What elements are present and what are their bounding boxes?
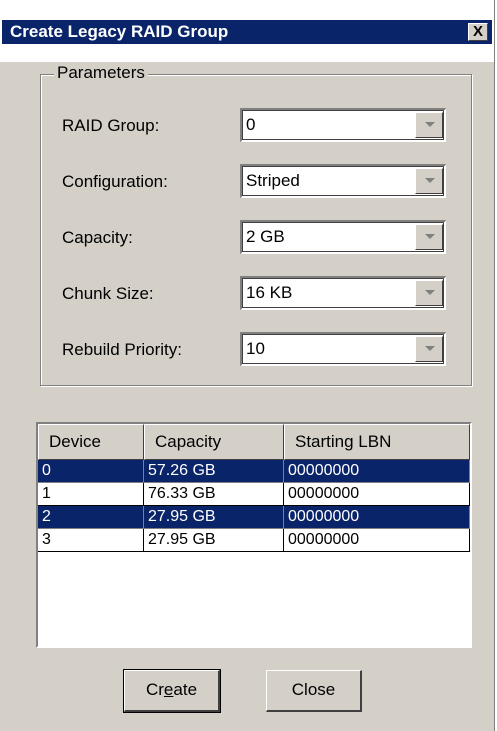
parameters-legend: Parameters (54, 62, 148, 84)
capacity-label: Capacity: (62, 228, 133, 247)
create-label-post: ate (173, 680, 198, 699)
title-bar[interactable]: Create Legacy RAID Group X (2, 20, 492, 44)
chevron-down-icon[interactable] (415, 224, 443, 250)
column-header-device[interactable]: Device (38, 424, 144, 460)
capacity-select[interactable]: 2 GB (240, 220, 446, 254)
raid-group-select[interactable]: 0 (240, 108, 446, 142)
chevron-down-icon[interactable] (415, 280, 443, 306)
configuration-select[interactable]: Striped (240, 164, 446, 198)
rebuild-priority-label: Rebuild Priority: (62, 340, 182, 359)
rebuild-priority-value: 10 (246, 339, 265, 358)
device-table[interactable]: Device Capacity Starting LBN 0 57.26 GB … (36, 422, 472, 648)
lbn-cell: 00000000 (284, 483, 470, 506)
chevron-down-icon[interactable] (415, 112, 443, 138)
title-bar-area: Create Legacy RAID Group X (0, 0, 494, 62)
capacity-value: 2 GB (246, 227, 285, 246)
capacity-cell: 27.95 GB (144, 506, 284, 529)
lbn-cell: 00000000 (284, 460, 470, 483)
dialog-window: Create Legacy RAID Group X Parameters RA… (0, 0, 495, 731)
device-cell: 0 (38, 460, 144, 483)
lbn-cell: 00000000 (284, 529, 470, 552)
configuration-label: Configuration: (62, 172, 168, 191)
capacity-cell: 27.95 GB (144, 529, 284, 552)
rebuild-priority-select[interactable]: 10 (240, 332, 446, 366)
column-header-capacity[interactable]: Capacity (144, 424, 284, 460)
configuration-value: Striped (246, 171, 300, 190)
capacity-cell: 76.33 GB (144, 483, 284, 506)
device-cell: 3 (38, 529, 144, 552)
chunk-size-value: 16 KB (246, 283, 293, 302)
close-button[interactable]: Close (266, 670, 362, 712)
column-header-starting-lbn[interactable]: Starting LBN (284, 424, 470, 460)
create-button[interactable]: Create (123, 669, 221, 713)
device-cell: 2 (38, 506, 144, 529)
create-mnemonic: e (163, 680, 174, 699)
raid-group-label: RAID Group: (62, 116, 160, 135)
raid-group-value: 0 (246, 115, 256, 134)
chunk-size-label: Chunk Size: (62, 284, 154, 303)
table-row[interactable]: 2 27.95 GB 00000000 (38, 506, 470, 529)
device-cell: 1 (38, 483, 144, 506)
chevron-down-icon[interactable] (415, 168, 443, 194)
chevron-down-icon[interactable] (415, 336, 443, 362)
table-row[interactable]: 0 57.26 GB 00000000 (38, 460, 470, 483)
dialog-title: Create Legacy RAID Group (10, 22, 229, 41)
table-header: Device Capacity Starting LBN (38, 424, 470, 460)
close-icon[interactable]: X (468, 23, 488, 41)
table-row[interactable]: 3 27.95 GB 00000000 (38, 529, 470, 552)
lbn-cell: 00000000 (284, 506, 470, 529)
capacity-cell: 57.26 GB (144, 460, 284, 483)
chunk-size-select[interactable]: 16 KB (240, 276, 446, 310)
table-row[interactable]: 1 76.33 GB 00000000 (38, 483, 470, 506)
create-label-pre: Cr (145, 680, 164, 699)
